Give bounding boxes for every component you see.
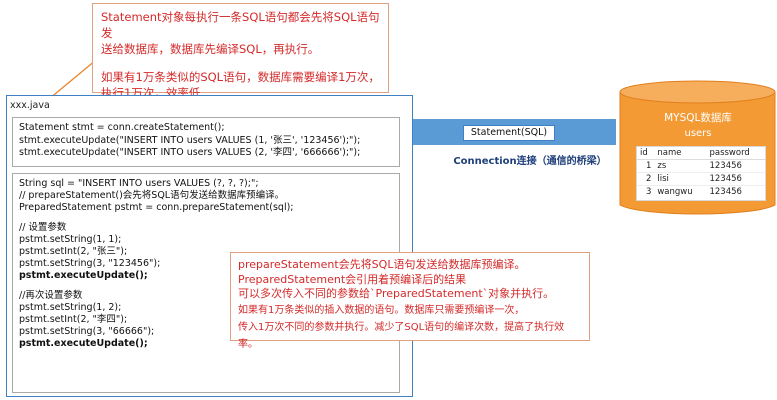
table-cell: 2 (637, 172, 655, 186)
code-line: Statement stmt = conn.createStatement(); (19, 122, 225, 133)
table-cell: 123456 (706, 172, 765, 186)
connection-label: Connection连接（通信的桥梁） (453, 156, 607, 167)
note-line: prepareStatement会先将SQL语句发送给数据库预编译。 (238, 258, 526, 271)
java-file-title: xxx.java (10, 100, 50, 111)
prepared-statement-explanation-note: prepareStatement会先将SQL语句发送给数据库预编译。 Prepa… (230, 252, 590, 350)
table-header-row: id name password (637, 147, 765, 160)
code-line: // 设置参数 (19, 222, 67, 233)
table-cell: 123456 (706, 159, 765, 173)
table-cell: zs (654, 159, 707, 173)
statement-explanation-note: Statement对象每执行一条SQL语句都会先将SQL语句发 送给数据库，数据… (92, 3, 389, 100)
table-cell: wangwu (654, 185, 707, 198)
code-line: String sql = "INSERT INTO users VALUES (… (19, 178, 259, 189)
table-cell: lisi (654, 172, 707, 186)
column-header: name (654, 147, 707, 160)
note-line: Statement对象每执行一条SQL语句都会先将SQL语句发 (101, 10, 380, 40)
note-line: 传入1万次不同的参数并执行。减少了SQL语句的编译次数，提高了执行效率。 (238, 321, 565, 350)
users-table: id name password 1 zs 123456 2 lisi 1234… (636, 146, 766, 201)
column-header: password (706, 147, 765, 160)
note-line: PreparedStatement会引用着预编译后的结果 (238, 272, 467, 286)
code-line: stmt.executeUpdate("INSERT INTO users VA… (19, 147, 361, 158)
note-line: 可以多次传入不同的参数给`PreparedStatement`对象并执行。 (238, 287, 555, 300)
note-line: 如果有1万条类似的插入数据的语句。数据库只需要预编译一次， (238, 304, 525, 316)
statement-code-block: Statement stmt = conn.createStatement();… (12, 117, 400, 167)
table-row: 3 wangwu 123456 (637, 185, 765, 198)
table-row: 1 zs 123456 (637, 159, 765, 173)
table-cell: 1 (637, 159, 655, 173)
note-line: 如果有1万条类似的SQL语句，数据库需要编译1万次， (101, 70, 380, 84)
statement-sql-box: Statement(SQL) (463, 125, 555, 141)
code-line: stmt.executeUpdate("INSERT INTO users VA… (19, 134, 361, 146)
note-line: 送给数据库，数据库先编译SQL，再执行。 (101, 42, 320, 56)
table-row: 2 lisi 123456 (637, 172, 765, 186)
database-title: MYSQL数据库 (664, 112, 732, 124)
code-line: pstmt.setString(1, 1); (19, 234, 122, 245)
code-line: PreparedStatement pstmt = conn.prepareSt… (19, 202, 294, 213)
table-cell: 123456 (706, 185, 765, 198)
table-cell: 3 (637, 185, 655, 198)
database-table-name: users (684, 128, 712, 139)
column-header: id (637, 147, 655, 160)
code-line: // prepareStatement()会先将SQL语句发送给数据库预编译。 (19, 190, 285, 201)
